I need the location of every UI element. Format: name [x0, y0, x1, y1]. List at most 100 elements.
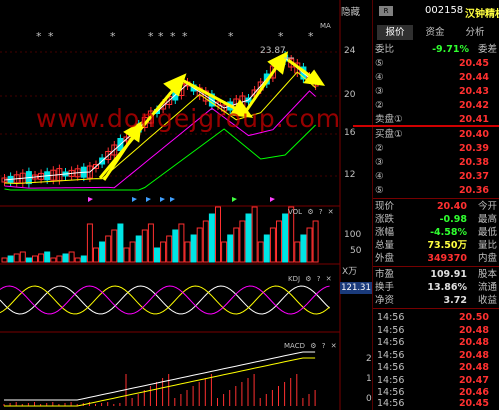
- bid-price: 20.36: [458, 185, 489, 196]
- volume-bar: [154, 247, 160, 263]
- vol-axis-100: 100: [344, 230, 362, 240]
- tab-quote[interactable]: 报价: [377, 25, 413, 40]
- volume-bar: [86, 223, 93, 263]
- volume-bar: [50, 257, 57, 263]
- bid-row: ⑤ 20.36: [375, 184, 497, 197]
- bid-level: ⑤: [375, 185, 384, 196]
- peak-price-label: 23.87: [260, 46, 286, 56]
- fund-extra: 股本: [477, 269, 497, 280]
- bid-price: 20.38: [458, 157, 489, 168]
- fund-label: 市盈: [375, 269, 395, 280]
- watermark: www.dongejgroup.com: [36, 104, 342, 133]
- spread-divider: [353, 125, 499, 127]
- tick-price: 20.48: [458, 362, 489, 373]
- volume-bar: [239, 220, 246, 263]
- volume-bar: [32, 255, 38, 263]
- fund-row: 净资 3.72 收益: [375, 294, 497, 307]
- stat-label: 外盘: [375, 253, 395, 264]
- stat-row: 外盘 349370 内盘: [375, 252, 497, 265]
- signal-marker: [160, 197, 165, 202]
- volume-bar: [276, 220, 282, 263]
- macd-title: MACD: [284, 342, 305, 350]
- volume-bar: [269, 227, 276, 263]
- stat-label: 涨幅: [375, 227, 395, 238]
- tick-price: 20.47: [458, 374, 489, 386]
- fund-label: 净资: [375, 295, 395, 306]
- ask-price: 20.42: [458, 100, 489, 111]
- help-icon[interactable]: ?: [317, 275, 321, 283]
- stat-label: 涨跌: [375, 214, 395, 225]
- close-icon[interactable]: ✕: [328, 208, 334, 216]
- stat-extra: 量比: [477, 240, 497, 251]
- volume-bar: [68, 251, 75, 263]
- bid-price: 20.37: [458, 171, 489, 182]
- volume-bar: [19, 251, 26, 263]
- fund-label: 换手: [375, 282, 395, 293]
- vol-axis-50: 50: [350, 246, 362, 256]
- divider: [373, 308, 499, 309]
- volume-bar: [257, 241, 264, 263]
- tab-analysis[interactable]: 分析: [457, 25, 493, 40]
- quote-panel: 隐藏 R 002158 汉钟精机 报价 资金 分析 委比 -9.71% 委差 ⑤…: [341, 0, 499, 410]
- hide-button[interactable]: 隐藏: [341, 4, 360, 18]
- stat-extra: 内盘: [477, 253, 497, 264]
- ask-row: ③ 20.43: [375, 85, 497, 98]
- stat-row: 总量 73.50万 量比: [375, 239, 497, 252]
- tick-row: 14:56 20.50: [375, 311, 497, 324]
- macd-panel-header: MACD ⚙ ? ✕: [284, 342, 337, 350]
- signal-marker: [270, 197, 275, 202]
- signal-marker: [232, 197, 237, 202]
- ask-row: ② 20.42: [375, 99, 497, 112]
- volume-bar: [300, 234, 307, 263]
- chart-area[interactable]: * * * * * * * * * * MA 23.87 www.dongejg…: [0, 0, 372, 410]
- stat-value: -4.58%: [430, 227, 467, 238]
- stat-value: 20.40: [436, 201, 467, 212]
- ask-row: ④ 20.44: [375, 71, 497, 84]
- ma-label: MA: [320, 22, 331, 30]
- fund-row: 换手 13.86% 流通: [375, 281, 497, 294]
- tick-time: 14:56: [377, 398, 405, 409]
- stat-extra: 最低: [477, 227, 497, 238]
- volume-bar: [13, 253, 20, 263]
- signal-marker: [146, 197, 151, 202]
- gear-icon[interactable]: ⚙: [310, 342, 316, 350]
- fund-value: 3.72: [443, 295, 467, 306]
- stat-value: 349370: [427, 253, 467, 264]
- bid-level: 买盘①: [375, 129, 403, 140]
- close-icon[interactable]: ✕: [326, 275, 332, 283]
- ask-level: ②: [375, 100, 384, 111]
- ask-level: ③: [375, 86, 384, 97]
- tick-time: 14:56: [377, 349, 405, 361]
- volume-bar: [117, 223, 124, 263]
- signal-marker: [170, 197, 175, 202]
- volume-bar: [160, 241, 167, 263]
- help-icon[interactable]: ?: [319, 208, 323, 216]
- price-tick: 16: [344, 128, 356, 138]
- divider: [373, 266, 499, 267]
- stat-row: 涨幅 -4.58% 最低: [375, 226, 497, 239]
- help-icon[interactable]: ?: [322, 342, 326, 350]
- volume-bar: [56, 255, 63, 263]
- price-tick: 20: [344, 90, 356, 100]
- order-ratio-row: 委比 -9.71% 委差: [375, 43, 497, 56]
- gear-icon[interactable]: ⚙: [305, 275, 311, 283]
- tick-row: 14:56 20.48: [375, 336, 497, 349]
- fund-extra: 流通: [477, 282, 497, 293]
- bid-level: ③: [375, 157, 384, 168]
- tick-price: 20.50: [458, 312, 489, 323]
- bid-row: ④ 20.37: [375, 170, 497, 183]
- close-icon[interactable]: ✕: [331, 342, 337, 350]
- tick-row: 14:56 20.47: [375, 374, 497, 387]
- volume-bar: [74, 257, 81, 263]
- volume-bar: [25, 257, 32, 263]
- tab-funds[interactable]: 资金: [417, 25, 453, 40]
- fund-value: 109.91: [430, 269, 467, 280]
- stat-extra: 最高: [477, 214, 497, 225]
- gear-icon[interactable]: ⚙: [307, 208, 313, 216]
- r-badge: R: [379, 6, 393, 16]
- volume-bar: [227, 234, 234, 263]
- volume-bar: [202, 220, 209, 263]
- macd-line: [4, 351, 316, 401]
- volume-bar: [93, 247, 99, 263]
- tick-row: 14:56 20.45: [375, 397, 497, 410]
